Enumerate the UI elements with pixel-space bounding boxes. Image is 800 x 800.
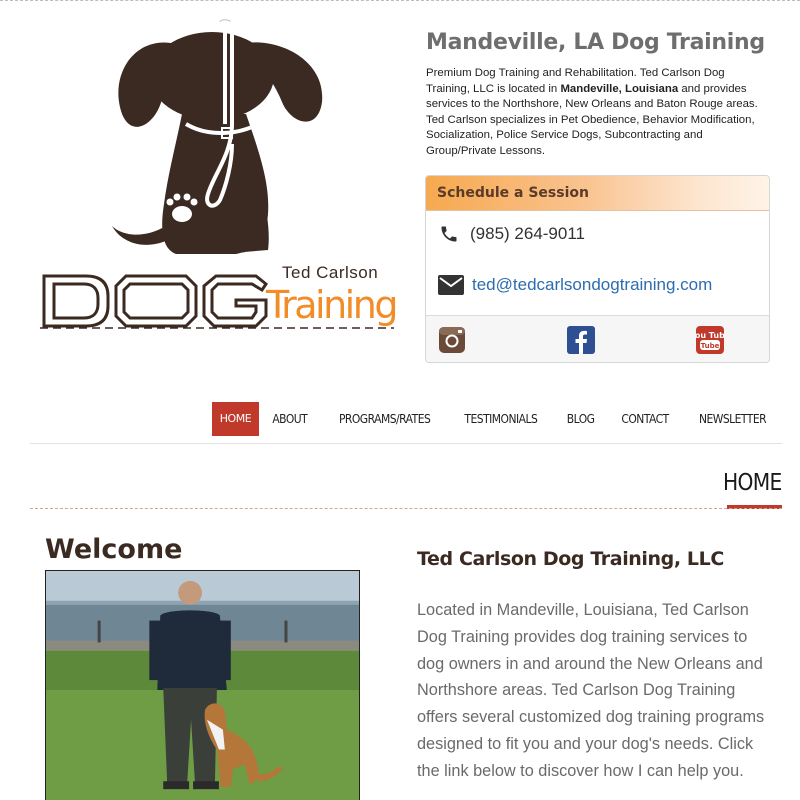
company-title: Ted Carlson Dog Training, LLC bbox=[417, 548, 724, 570]
youtube-icon-label: You Tube bbox=[696, 331, 724, 340]
youtube-icon[interactable]: You Tube Tube bbox=[689, 326, 731, 354]
logo-ted-carlson-text: Ted Carlson bbox=[282, 263, 378, 282]
intro-title: Mandeville, LA Dog Training bbox=[426, 30, 765, 55]
nav-item-blog[interactable]: BLOG bbox=[557, 402, 603, 436]
trainer-with-dog-photo bbox=[45, 570, 360, 800]
nav-item-programs-rates[interactable]: PROGRAMS/RATES bbox=[330, 402, 439, 436]
instagram-icon[interactable] bbox=[438, 326, 466, 354]
nav-divider bbox=[30, 443, 782, 444]
page-title: HOME bbox=[723, 470, 782, 496]
intro-text-bold: Mandeville, Louisiana bbox=[560, 82, 679, 95]
phone-icon bbox=[438, 223, 460, 245]
main-nav: HOME ABOUT PROGRAMS/RATES TESTIMONIALS B… bbox=[211, 402, 782, 436]
nav-item-newsletter[interactable]: NEWSLETTER bbox=[690, 402, 775, 436]
nav-item-testimonials[interactable]: TESTIMONIALS bbox=[455, 402, 546, 436]
nav-item-about[interactable]: ABOUT bbox=[263, 402, 316, 436]
intro-text: Premium Dog Training and Rehabilitation.… bbox=[426, 66, 771, 160]
nav-item-contact[interactable]: CONTACT bbox=[612, 402, 677, 436]
page-divider bbox=[30, 508, 782, 509]
social-bar: You Tube Tube bbox=[426, 315, 769, 362]
logo-training-text: Training bbox=[265, 283, 396, 327]
welcome-body-text: Located in Mandeville, Louisiana, Ted Ca… bbox=[417, 601, 765, 780]
schedule-heading: Schedule a Session bbox=[426, 176, 769, 211]
nav-item-home[interactable]: HOME bbox=[211, 402, 260, 436]
site-logo[interactable]: Ted Carlson Training bbox=[36, 14, 402, 334]
top-border bbox=[0, 0, 800, 1]
facebook-icon[interactable] bbox=[567, 326, 595, 354]
schedule-panel: Schedule a Session (985) 264-9011 ted@te… bbox=[425, 175, 770, 363]
dog-silhouette-icon bbox=[112, 32, 323, 254]
phone-row[interactable]: (985) 264-9011 bbox=[438, 223, 585, 245]
phone-number[interactable]: (985) 264-9011 bbox=[470, 224, 585, 244]
email-row[interactable]: ted@tedcarlsondogtraining.com bbox=[438, 274, 712, 296]
svg-text:Tube: Tube bbox=[701, 342, 720, 350]
email-link[interactable]: ted@tedcarlsondogtraining.com bbox=[472, 275, 712, 295]
envelope-icon bbox=[438, 274, 464, 296]
welcome-title: Welcome bbox=[45, 534, 183, 565]
